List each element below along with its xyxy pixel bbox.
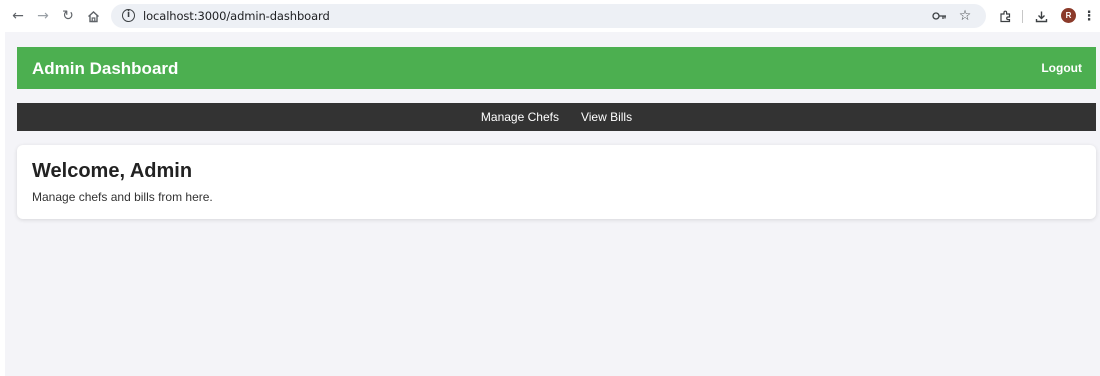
welcome-card: Welcome, Admin Manage chefs and bills fr… [17, 145, 1096, 219]
home-icon[interactable] [84, 0, 102, 32]
nav-link-view-bills[interactable]: View Bills [581, 110, 632, 124]
browser-toolbar: ← → ↻ i localhost:3000/admin-dashboard ☆… [0, 0, 1100, 32]
reload-icon[interactable]: ↻ [59, 0, 77, 32]
avatar[interactable]: R [1061, 8, 1076, 23]
welcome-heading: Welcome, Admin [32, 160, 193, 182]
info-icon[interactable]: i [122, 9, 135, 22]
toolbar-divider [1022, 10, 1023, 23]
forward-arrow-icon[interactable]: → [34, 0, 52, 32]
address-bar[interactable]: i localhost:3000/admin-dashboard ☆ [111, 4, 986, 28]
main-nav: Manage Chefs View Bills [17, 103, 1096, 131]
logout-button[interactable]: Logout [1041, 61, 1082, 75]
url-text[interactable]: localhost:3000/admin-dashboard [143, 9, 330, 23]
download-icon[interactable] [1032, 0, 1050, 32]
welcome-subtitle: Manage chefs and bills from here. [32, 190, 213, 204]
back-arrow-icon[interactable]: ← [9, 0, 27, 32]
dashboard-header: Admin Dashboard Logout [17, 47, 1096, 89]
nav-link-manage-chefs[interactable]: Manage Chefs [481, 110, 559, 124]
page-title: Admin Dashboard [32, 59, 179, 78]
star-icon[interactable]: ☆ [956, 6, 974, 26]
page-viewport: Admin Dashboard Logout Manage Chefs View… [5, 32, 1100, 376]
kebab-menu-icon[interactable]: ⋮ [1083, 0, 1096, 32]
puzzle-icon[interactable] [996, 0, 1014, 32]
key-icon[interactable] [930, 6, 948, 26]
